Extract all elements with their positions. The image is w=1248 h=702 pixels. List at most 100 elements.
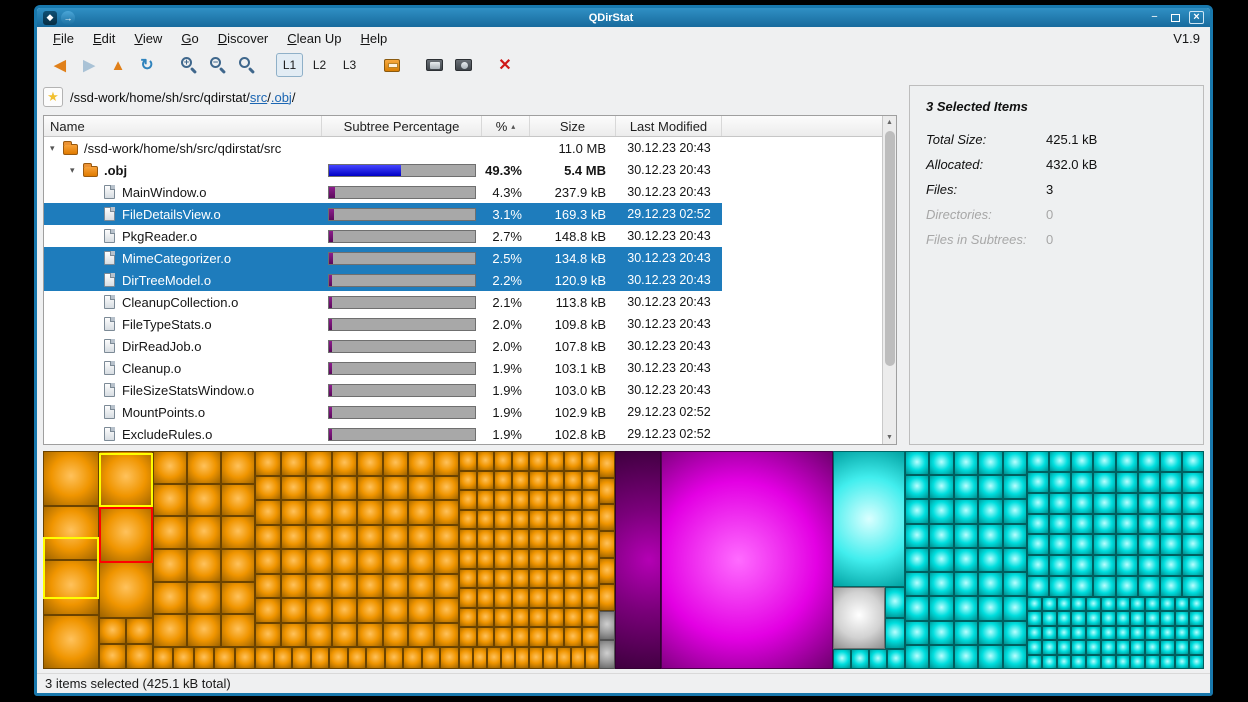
treemap-tile[interactable]: [1138, 514, 1160, 535]
treemap-tile[interactable]: [477, 529, 495, 549]
treemap-tile[interactable]: [1049, 472, 1071, 493]
treemap-tile[interactable]: [1189, 597, 1204, 611]
treemap-tile[interactable]: [408, 476, 434, 501]
treemap-tile[interactable]: [582, 627, 600, 647]
treemap-tile[interactable]: [1071, 597, 1086, 611]
treemap-tile[interactable]: [512, 608, 530, 628]
treemap-tile[interactable]: [383, 451, 409, 476]
level-2-button[interactable]: L2: [306, 53, 333, 77]
treemap-tile[interactable]: [582, 588, 600, 608]
treemap-tile[interactable]: [529, 588, 547, 608]
treemap-tile[interactable]: [564, 588, 582, 608]
treemap-tile[interactable]: [954, 451, 978, 475]
treemap-tile[interactable]: [459, 529, 477, 549]
treemap-tile[interactable]: [274, 647, 293, 669]
treemap-tile[interactable]: [564, 529, 582, 549]
treemap-tile[interactable]: [1138, 451, 1160, 472]
treemap-tile[interactable]: [281, 476, 307, 501]
tree-row[interactable]: ExcludeRules.o1.9%102.8 kB29.12.23 02:52: [44, 423, 722, 445]
breadcrumb-link[interactable]: .obj: [271, 90, 292, 105]
treemap-tile[interactable]: [306, 500, 332, 525]
treemap-tile[interactable]: [1003, 645, 1027, 669]
treemap-tile[interactable]: [978, 548, 1002, 572]
treemap-tile[interactable]: [126, 644, 153, 670]
treemap-tile[interactable]: [357, 574, 383, 599]
treemap-tile[interactable]: [564, 471, 582, 491]
treemap-tile[interactable]: [1145, 640, 1160, 654]
treemap-tile[interactable]: [1057, 611, 1072, 625]
menu-item-view[interactable]: View: [134, 31, 162, 46]
treemap-tile[interactable]: [357, 549, 383, 574]
treemap-tile[interactable]: [582, 569, 600, 589]
treemap-tile[interactable]: [954, 548, 978, 572]
treemap-tile[interactable]: [529, 529, 547, 549]
treemap-tile[interactable]: [1138, 555, 1160, 576]
treemap-tile[interactable]: [1027, 626, 1042, 640]
treemap-tile[interactable]: [255, 451, 281, 476]
treemap-tile[interactable]: [477, 490, 495, 510]
treemap-tile[interactable]: [1116, 451, 1138, 472]
treemap-tile[interactable]: [99, 618, 126, 644]
treemap-tile[interactable]: [255, 647, 274, 669]
treemap-tile[interactable]: [885, 618, 905, 649]
zoom-reset-button[interactable]: [234, 52, 260, 78]
forward-button[interactable]: ▶: [76, 52, 102, 78]
treemap-tile[interactable]: [547, 529, 565, 549]
treemap-tile[interactable]: [1145, 655, 1160, 669]
treemap-tile[interactable]: [383, 549, 409, 574]
treemap-tile[interactable]: [833, 587, 885, 649]
treemap-tile[interactable]: [408, 500, 434, 525]
menu-item-go[interactable]: Go: [181, 31, 198, 46]
treemap-tile[interactable]: [187, 516, 221, 549]
treemap-tile[interactable]: [547, 549, 565, 569]
treemap-tile[interactable]: [383, 574, 409, 599]
treemap-tile[interactable]: [978, 572, 1002, 596]
treemap-tile[interactable]: [1130, 597, 1145, 611]
treemap-tile[interactable]: [929, 499, 953, 523]
tree-row[interactable]: MainWindow.o4.3%237.9 kB30.12.23 20:43: [44, 181, 722, 203]
treemap-tile[interactable]: [599, 558, 615, 585]
level-1-button[interactable]: L1: [276, 53, 303, 77]
menu-item-clean-up[interactable]: Clean Up: [287, 31, 341, 46]
column-header-name[interactable]: Name: [44, 116, 322, 136]
treemap-tile[interactable]: [187, 451, 221, 484]
treemap-tile[interactable]: [1071, 451, 1093, 472]
treemap-tile[interactable]: [1057, 626, 1072, 640]
treemap-tile[interactable]: [255, 598, 281, 623]
treemap-tile[interactable]: [1071, 555, 1093, 576]
treemap-tile[interactable]: [221, 451, 255, 484]
treemap-tile[interactable]: [1116, 655, 1131, 669]
treemap-tile[interactable]: [1027, 493, 1049, 514]
treemap-tile[interactable]: [978, 596, 1002, 620]
treemap-tile[interactable]: [459, 490, 477, 510]
treemap-tile[interactable]: [1027, 555, 1049, 576]
treemap-tile[interactable]: [422, 647, 441, 669]
treemap-tile[interactable]: [564, 451, 582, 471]
treemap-tile[interactable]: [332, 500, 358, 525]
treemap-tile[interactable]: [547, 569, 565, 589]
treemap-tile[interactable]: [477, 510, 495, 530]
treemap-tile[interactable]: [1027, 472, 1049, 493]
treemap-tile[interactable]: [1042, 640, 1057, 654]
column-header-subtree-percentage[interactable]: Subtree Percentage: [322, 116, 482, 136]
image-button[interactable]: [450, 52, 476, 78]
treemap-tile[interactable]: [1160, 655, 1175, 669]
treemap-tile[interactable]: [494, 529, 512, 549]
treemap-tile[interactable]: [905, 621, 929, 645]
treemap-tile[interactable]: [1071, 534, 1093, 555]
tree-row[interactable]: Cleanup.o1.9%103.1 kB30.12.23 20:43: [44, 357, 722, 379]
treemap-tile[interactable]: [459, 569, 477, 589]
treemap-tile[interactable]: [494, 490, 512, 510]
treemap-tile[interactable]: [434, 574, 460, 599]
treemap-tile[interactable]: [281, 549, 307, 574]
treemap-tile[interactable]: [332, 549, 358, 574]
treemap-tile[interactable]: [306, 525, 332, 550]
tree-scrollbar[interactable]: ▲ ▼: [882, 116, 896, 444]
treemap-tile[interactable]: [494, 510, 512, 530]
treemap-tile[interactable]: [978, 499, 1002, 523]
treemap-tile[interactable]: [434, 476, 460, 501]
level-3-button[interactable]: L3: [336, 53, 363, 77]
treemap-tile[interactable]: [1027, 597, 1042, 611]
treemap-tile[interactable]: [494, 549, 512, 569]
treemap-tile[interactable]: [661, 451, 833, 669]
